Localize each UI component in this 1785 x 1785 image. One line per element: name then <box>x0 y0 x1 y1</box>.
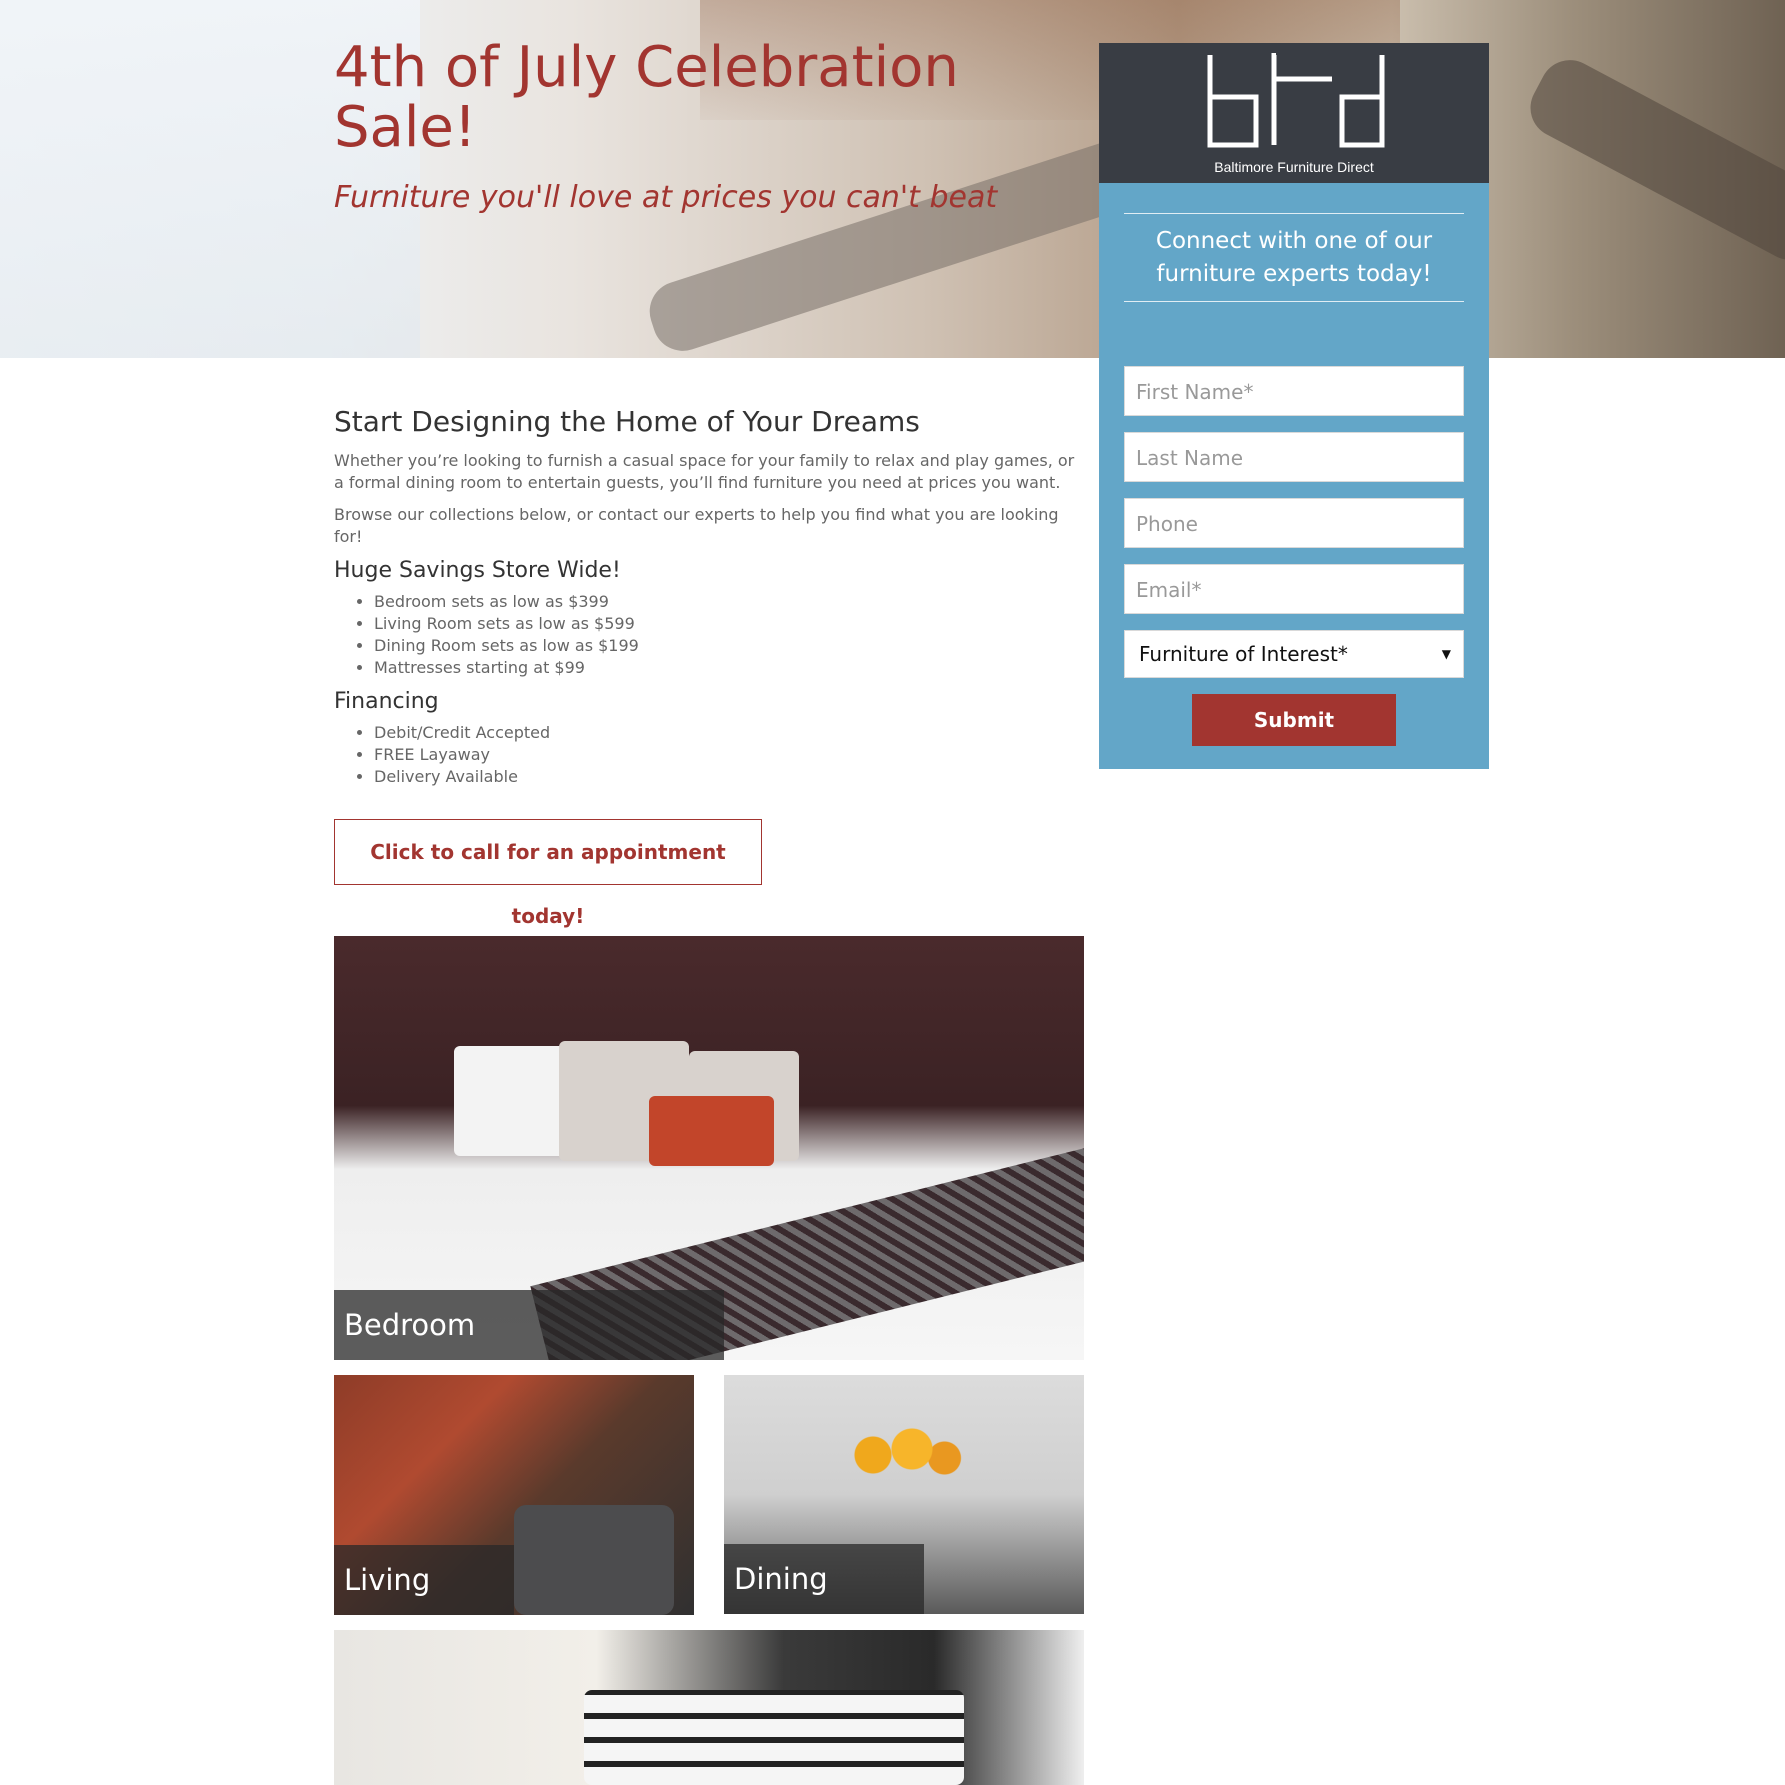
list-item: Bedroom sets as low as $399 <box>374 591 1084 613</box>
bedroom-photo-detail <box>454 1046 574 1156</box>
dining-room-tile[interactable]: Dining Room <box>724 1375 1084 1614</box>
bedroom-tile[interactable]: Bedroom <box>334 936 1084 1360</box>
list-item: FREE Layaway <box>374 744 1084 766</box>
last-name-field[interactable]: Last Name <box>1124 432 1464 482</box>
financing-list: Debit/Credit Accepted FREE Layaway Deliv… <box>374 722 1084 788</box>
logo-caption: Baltimore Furniture Direct <box>1214 159 1374 175</box>
hero-bg-blanket <box>1519 49 1785 271</box>
dining-room-label: Dining Room <box>724 1544 924 1614</box>
savings-heading: Huge Savings Store Wide! <box>334 558 621 583</box>
caret-down-icon: ▼ <box>1441 647 1451 661</box>
furniture-interest-value: Furniture of Interest* <box>1139 642 1348 666</box>
mattress-photo-detail <box>584 1690 964 1785</box>
email-field[interactable]: Email* <box>1124 564 1464 614</box>
lead-form-panel: Baltimore Furniture Direct Connect with … <box>1099 43 1489 769</box>
first-name-field[interactable]: First Name* <box>1124 366 1464 416</box>
hero-bg-pillow <box>641 131 1159 358</box>
lead-form: First Name* Last Name Phone Email* Furni… <box>1124 366 1464 746</box>
bfd-logo-icon <box>1207 53 1385 148</box>
divider <box>1124 301 1464 302</box>
submit-button[interactable]: Submit <box>1192 694 1396 746</box>
living-photo-detail <box>514 1505 674 1615</box>
list-item: Mattresses starting at $99 <box>374 657 1084 679</box>
bedroom-label: Bedroom <box>334 1290 724 1360</box>
living-room-tile[interactable]: Living Room <box>334 1375 694 1615</box>
section-heading: Start Designing the Home of Your Dreams <box>334 405 920 438</box>
brand-logo[interactable]: Baltimore Furniture Direct <box>1099 43 1489 183</box>
list-item: Delivery Available <box>374 766 1084 788</box>
hero-title: 4th of July Celebration Sale! <box>334 35 959 160</box>
intro-paragraph: Whether you’re looking to furnish a casu… <box>334 451 1075 492</box>
financing-heading: Financing <box>334 689 439 714</box>
savings-list: Bedroom sets as low as $399 Living Room … <box>374 591 1084 679</box>
living-room-label: Living Room <box>334 1545 514 1615</box>
panel-tagline-block: Connect with one of our furniture expert… <box>1099 183 1489 341</box>
list-item: Living Room sets as low as $599 <box>374 613 1084 635</box>
list-item: Dining Room sets as low as $199 <box>374 635 1084 657</box>
furniture-interest-select[interactable]: Furniture of Interest* ▼ <box>1124 630 1464 678</box>
list-item: Debit/Credit Accepted <box>374 722 1084 744</box>
phone-field[interactable]: Phone <box>1124 498 1464 548</box>
bedroom-photo-detail <box>649 1096 774 1166</box>
browse-paragraph: Browse our collections below, or contact… <box>334 505 1059 546</box>
mattress-tile[interactable] <box>334 1630 1084 1785</box>
main-content: Start Designing the Home of Your Dreams … <box>334 405 1084 798</box>
call-appointment-button[interactable]: Click to call for an appointment today! <box>334 819 762 928</box>
hero-subtitle: Furniture you'll love at prices you can'… <box>334 180 998 215</box>
panel-tagline: Connect with one of our furniture expert… <box>1155 228 1433 287</box>
dining-photo-detail <box>834 1425 964 1485</box>
divider <box>1124 213 1464 214</box>
